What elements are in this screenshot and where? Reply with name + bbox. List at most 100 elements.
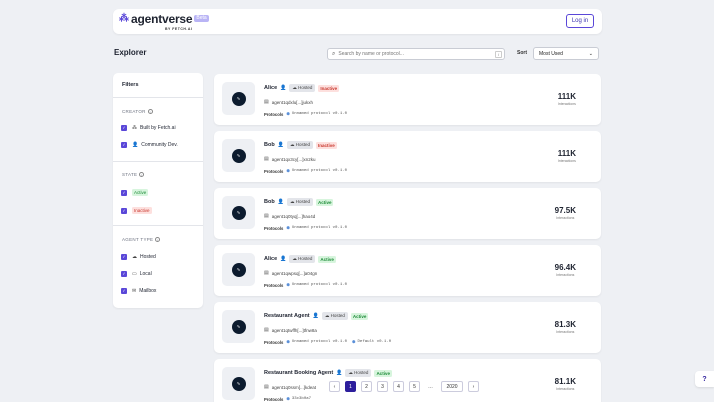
interactions-count: 81.1K <box>554 377 576 386</box>
address-icon: ▤ <box>264 327 269 333</box>
top-bar: ⁂ agentverse Beta BY FETCH.AI Log in <box>113 9 602 34</box>
checkbox-checked-icon[interactable]: ✓ <box>121 254 127 260</box>
agent-address[interactable]: agent1qx3cy[...]xn2ku <box>272 157 316 162</box>
agent-name: Restaurant Agent <box>264 313 310 319</box>
byline: BY FETCH.AI <box>165 27 193 31</box>
protocol-tag[interactable]: ⬢ Default v0.1.0 <box>352 339 391 345</box>
agent-address-row: ▤ agent1qx3cy[...]xn2ku <box>264 156 316 162</box>
filter-section-creator: CREATOR i <box>122 109 153 115</box>
info-icon[interactable]: i <box>147 109 153 115</box>
state-label: STATE <box>122 172 138 177</box>
agent-address[interactable]: agent1q0tyq[...]hao4d <box>272 214 316 219</box>
agent-name-row: Bob 👤 ☁ Hosted Inactive <box>264 141 337 149</box>
interactions-count: 111K <box>557 149 576 158</box>
checkbox-checked-icon[interactable]: ✓ <box>121 125 127 131</box>
interactions-stat: 81.1K Interactions <box>555 377 576 391</box>
agent-name-row: Alice 👤 ☁ Hosted Inactive <box>264 84 340 92</box>
person-icon: 👤 <box>277 142 284 148</box>
page-button-5[interactable]: 5 <box>409 381 420 392</box>
agent-card[interactable]: ∿ Restaurant Agent 👤 ☁ Hosted Active ▤ ag… <box>214 302 601 353</box>
filter-active[interactable]: ✓ Active <box>121 189 149 196</box>
checkbox-checked-icon[interactable]: ✓ <box>121 189 127 196</box>
protocols-label: Protocols <box>264 282 284 288</box>
protocol-name: Unnamed protocol v0.1.0 <box>291 340 348 344</box>
page-button-last[interactable]: 2020 <box>441 381 463 392</box>
login-button[interactable]: Log in <box>566 14 594 28</box>
hosted-badge: ☁ Hosted <box>345 369 372 377</box>
agent-address[interactable]: agent1qwpsq[...]a04gn <box>272 271 318 276</box>
help-button[interactable]: ? <box>695 371 714 387</box>
page-button-4[interactable]: 4 <box>393 381 404 392</box>
protocol-tag[interactable]: ⬢ Unnamed protocol v0.1.0 <box>286 168 347 174</box>
filter-community-dev[interactable]: ✓ 👤 Community Dev. <box>121 142 178 148</box>
hosted-badge: ☁ Hosted <box>289 255 316 263</box>
protocol-tag[interactable]: ⬢ Unnamed protocol v0.1.0 <box>286 225 347 231</box>
address-icon: ▤ <box>264 270 269 276</box>
agent-address-row: ▤ agent1qwpsq[...]a04gn <box>264 270 317 276</box>
agent-logo-icon: ∿ <box>231 262 246 277</box>
filter-section-agent-type: AGENT TYPE i <box>122 237 161 243</box>
page-button-2[interactable]: 2 <box>361 381 372 392</box>
agent-address-row: ▤ agent1q0ssm[...]kdeat <box>264 384 316 390</box>
protocols-row: Protocols ⬢ 33c3b0a7 <box>264 396 316 402</box>
agent-card[interactable]: ∿ Bob 👤 ☁ Hosted Inactive ▤ agent1qx3cy[.… <box>214 131 601 182</box>
filter-label: Community Dev. <box>141 142 178 148</box>
info-icon[interactable]: i <box>139 172 145 178</box>
search-icon: ⌕ <box>332 50 336 57</box>
checkbox-checked-icon[interactable]: ✓ <box>121 288 127 294</box>
protocols-label: Protocols <box>264 111 284 117</box>
agent-logo-icon: ∿ <box>231 376 246 391</box>
protocol-name: Unnamed protocol v0.1.0 <box>291 283 348 287</box>
agent-card[interactable]: ∿ Bob 👤 ☁ Hosted Active ▤ agent1q0tyq[...… <box>214 188 601 239</box>
brand-name: agentverse <box>131 12 193 26</box>
protocol-icon: ⬢ <box>286 398 290 402</box>
protocol-tag[interactable]: ⬢ Unnamed protocol v0.1.0 <box>286 339 347 345</box>
beta-badge: Beta <box>194 15 209 22</box>
filter-hosted[interactable]: ✓ ☁ Hosted <box>121 254 156 260</box>
protocols-row: Protocols ⬢ Unnamed protocol v0.1.0 <box>264 111 352 118</box>
address-icon: ▤ <box>264 156 269 162</box>
agent-card[interactable]: ∿ Alice 👤 ☁ Hosted Inactive ▤ agent1qdxlu… <box>214 74 601 125</box>
filter-built-by-fetch[interactable]: ✓ ⁂ Built by Fetch.ai <box>121 125 176 131</box>
agent-card[interactable]: ∿ Alice 👤 ☁ Hosted Active ▤ agent1qwpsq[.… <box>214 245 601 296</box>
agent-address[interactable]: agent1qtwffh[...]tfnw8a <box>272 328 317 333</box>
checkbox-checked-icon[interactable]: ✓ <box>121 271 127 277</box>
agent-avatar: ∿ <box>222 196 255 229</box>
checkbox-checked-icon[interactable]: ✓ <box>121 207 127 214</box>
next-page-button[interactable]: › <box>468 381 479 392</box>
filter-mailbox[interactable]: ✓ ✉ Mailbox <box>121 288 156 294</box>
cloud-icon: ☁ <box>132 254 137 260</box>
page-button-1[interactable]: 1 <box>345 381 356 392</box>
agent-type-label: AGENT TYPE <box>122 237 154 242</box>
info-icon[interactable]: i <box>155 237 161 243</box>
prev-page-button[interactable]: ‹ <box>329 381 340 392</box>
interactions-count: 111K <box>557 92 576 101</box>
filter-local[interactable]: ✓ ▭ Local <box>121 271 152 277</box>
person-icon: 👤 <box>132 142 139 148</box>
agent-avatar: ∿ <box>222 82 255 115</box>
checkbox-checked-icon[interactable]: ✓ <box>121 142 127 148</box>
interactions-stat: 81.3K Interactions <box>555 320 576 334</box>
agent-address[interactable]: agent1q0ssm[...]kdeat <box>272 385 316 390</box>
agentverse-logo[interactable]: ⁂ agentverse Beta <box>119 12 209 26</box>
interactions-label: Interactions <box>557 159 576 163</box>
status-badge: Active <box>374 369 392 377</box>
protocol-tag[interactable]: ⬢ 33c3b0a7 <box>286 396 311 402</box>
protocol-tag[interactable]: ⬢ Unnamed protocol v0.1.0 <box>286 111 347 117</box>
page-button-3[interactable]: 3 <box>377 381 388 392</box>
agent-name: Bob <box>264 142 275 148</box>
status-badge: Inactive <box>315 141 337 149</box>
search-input[interactable] <box>338 51 495 57</box>
sort-select[interactable]: Most Used ⌄ <box>533 47 599 60</box>
search-box[interactable]: ⌕ / <box>327 48 505 60</box>
protocols-row: Protocols ⬢ Unnamed protocol v0.1.0 <box>264 168 352 175</box>
protocol-tag[interactable]: ⬢ Unnamed protocol v0.1.0 <box>286 282 347 288</box>
status-badge: Active <box>318 255 336 263</box>
agent-address[interactable]: agent1qdxlu[...]jukxh <box>272 100 313 105</box>
person-icon: 👤 <box>312 313 319 319</box>
filter-inactive[interactable]: ✓ Inactive <box>121 207 152 214</box>
agent-name-row: Restaurant Booking Agent 👤 ☁ Hosted Acti… <box>264 369 392 377</box>
search-shortcut-key: / <box>495 50 502 58</box>
agent-name-row: Alice 👤 ☁ Hosted Active <box>264 255 336 263</box>
chevron-right-icon: › <box>472 383 475 390</box>
